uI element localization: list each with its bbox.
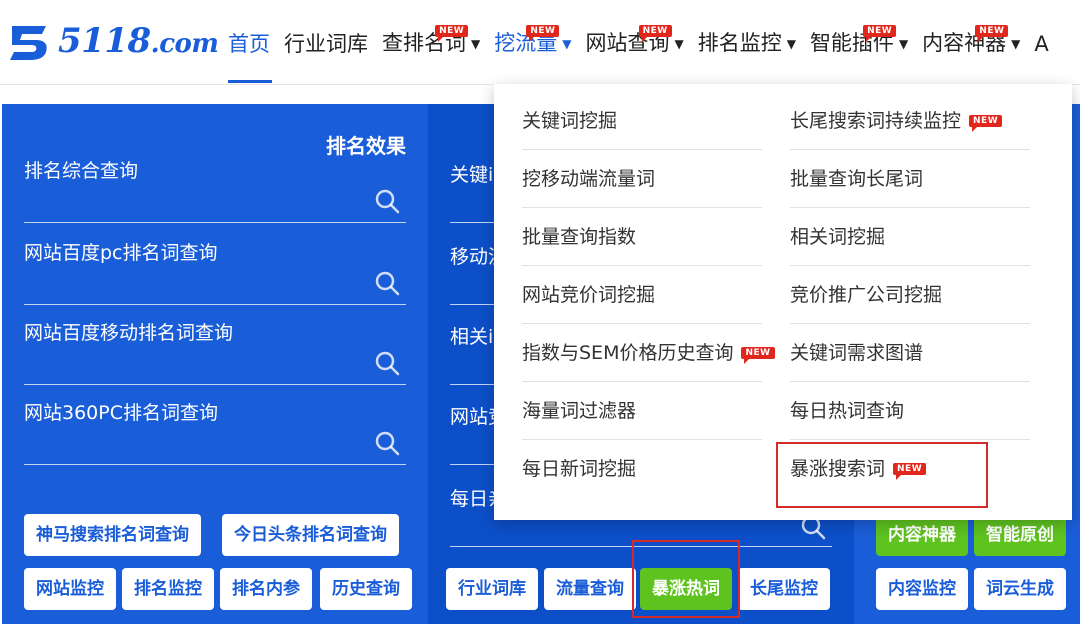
search-icon[interactable] xyxy=(374,430,400,456)
menu-item-label: 竞价推广公司挖掘 xyxy=(790,284,943,306)
query-label: 网站百度pc排名词查询 xyxy=(24,242,218,264)
menu-item-label: 关键词挖掘 xyxy=(522,110,618,132)
search-icon[interactable] xyxy=(374,188,400,214)
menu-item-label: 相关词挖掘 xyxy=(790,226,886,248)
content-tools-button[interactable]: 内容神器 xyxy=(876,514,968,556)
search-icon[interactable] xyxy=(374,350,400,376)
menu-item-label: 批量查询指数 xyxy=(522,226,637,248)
nav-rank-words[interactable]: NEW 查排名词 ▼ xyxy=(382,25,481,61)
logo-text: 5118 xyxy=(58,20,151,61)
query-row[interactable]: 网站360PC排名词查询 xyxy=(24,398,406,465)
dropdown-column: 长尾搜索词持续监控 NEW 批量查询长尾词 相关词挖掘 竞价推广公司挖掘 关键词需… xyxy=(790,92,1030,497)
nav-label: A xyxy=(1034,31,1049,56)
nav-rank-monitor[interactable]: 排名监控 ▼ xyxy=(698,26,796,61)
nav-dig-traffic[interactable]: NEW 挖流量 ▼ xyxy=(494,25,572,61)
new-badge: NEW xyxy=(435,25,469,42)
menu-item[interactable]: 每日热词查询 xyxy=(790,382,1030,440)
query-label: 关键i xyxy=(450,164,494,186)
logo[interactable]: 5118.com xyxy=(6,20,219,64)
new-badge: NEW xyxy=(526,25,560,42)
menu-item[interactable]: 长尾搜索词持续监控 NEW xyxy=(790,92,1030,150)
smart-rewrite-button[interactable]: 智能原创 xyxy=(974,514,1066,556)
menu-item-label: 每日新词挖掘 xyxy=(522,458,637,480)
query-label: 网站百度移动排名词查询 xyxy=(24,322,234,344)
nav-more[interactable]: A xyxy=(1034,27,1048,61)
nav-label: 首页 xyxy=(228,31,270,56)
nav-site-query[interactable]: NEW 网站查询 ▼ xyxy=(585,25,684,61)
menu-item-label: 海量词过滤器 xyxy=(522,400,637,422)
new-badge: NEW xyxy=(863,25,897,42)
menu-item-label: 批量查询长尾词 xyxy=(790,168,924,190)
caret-down-icon: ▼ xyxy=(471,37,481,51)
logo-mark-icon xyxy=(10,26,47,60)
query-row[interactable]: 网站百度pc排名词查询 xyxy=(24,238,406,305)
caret-down-icon: ▼ xyxy=(1011,37,1021,51)
search-icon[interactable] xyxy=(374,270,400,296)
menu-item-label: 网站竞价词挖掘 xyxy=(522,284,656,306)
menu-item-label: 挖移动端流量词 xyxy=(522,168,656,190)
new-badge: NEW xyxy=(969,115,1003,132)
query-row[interactable]: 网站百度移动排名词查询 xyxy=(24,318,406,385)
menu-item[interactable]: 挖移动端流量词 xyxy=(522,150,762,208)
menu-item[interactable]: 指数与SEM价格历史查询 NEW xyxy=(522,324,775,382)
menu-item[interactable]: 批量查询指数 xyxy=(522,208,762,266)
main-nav: 首页 行业词库 NEW 查排名词 ▼ NEW 挖流量 ▼ NEW 网站查询 ▼ 排名监控 ▼ … xyxy=(228,25,1063,61)
history-query-button[interactable]: 历史查询 xyxy=(320,568,412,610)
rank-insider-button[interactable]: 排名内参 xyxy=(220,568,312,610)
dropdown-column: 关键词挖掘 挖移动端流量词 批量查询指数 网站竞价词挖掘 指数与SEM价格历史查… xyxy=(522,92,775,497)
panel-title: 排名效果 xyxy=(326,134,406,158)
query-label: 排名综合查询 xyxy=(24,160,139,182)
word-cloud-button[interactable]: 词云生成 xyxy=(974,568,1066,610)
new-badge: NEW xyxy=(975,25,1009,42)
content-monitor-button[interactable]: 内容监控 xyxy=(876,568,968,610)
caret-down-icon: ▼ xyxy=(562,37,572,51)
industry-lexicon-button[interactable]: 行业词库 xyxy=(446,568,538,610)
menu-item[interactable]: 海量词过滤器 xyxy=(522,382,762,440)
menu-item-label: 关键词需求图谱 xyxy=(790,342,924,364)
dig-traffic-dropdown: 关键词挖掘 挖移动端流量词 批量查询指数 网站竞价词挖掘 指数与SEM价格历史查… xyxy=(494,84,1072,520)
nav-label: 行业词库 xyxy=(284,31,368,56)
caret-down-icon: ▼ xyxy=(786,37,796,51)
nav-label: 排名监控 xyxy=(697,31,782,55)
caret-down-icon: ▼ xyxy=(898,37,909,51)
query-label: 相关i xyxy=(450,326,494,348)
nav-smart-plugins[interactable]: NEW 智能插件 ▼ xyxy=(810,25,909,61)
query-label: 网站360PC排名词查询 xyxy=(24,402,218,424)
menu-item[interactable]: 网站竞价词挖掘 xyxy=(522,266,762,324)
highlight-box xyxy=(776,442,988,508)
menu-item[interactable]: 关键词需求图谱 xyxy=(790,324,1030,382)
new-badge: NEW xyxy=(638,25,672,42)
nav-industry-lexicon[interactable]: 行业词库 xyxy=(284,27,368,61)
longtail-monitor-button[interactable]: 长尾监控 xyxy=(738,568,830,610)
menu-item[interactable]: 批量查询长尾词 xyxy=(790,150,1030,208)
rank-monitor-button[interactable]: 排名监控 xyxy=(122,568,214,610)
active-indicator xyxy=(228,80,272,83)
new-badge: NEW xyxy=(741,347,775,364)
query-row[interactable]: 排名综合查询 xyxy=(24,156,406,223)
top-navbar: 5118.com 首页 行业词库 NEW 查排名词 ▼ NEW 挖流量 ▼ NEW 网站查… xyxy=(0,0,1080,85)
menu-item[interactable]: 关键词挖掘 xyxy=(522,92,762,150)
shenma-rank-button[interactable]: 神马搜索排名词查询 xyxy=(24,514,201,556)
menu-item[interactable]: 竞价推广公司挖掘 xyxy=(790,266,1030,324)
site-monitor-button[interactable]: 网站监控 xyxy=(24,568,116,610)
menu-item[interactable]: 相关词挖掘 xyxy=(790,208,1030,266)
menu-item-label: 指数与SEM价格历史查询 xyxy=(522,342,734,364)
caret-down-icon: ▼ xyxy=(674,37,684,51)
nav-home[interactable]: 首页 xyxy=(228,27,270,61)
menu-item[interactable]: 每日新词挖掘 xyxy=(522,440,762,497)
nav-content-tools[interactable]: NEW 内容神器 ▼ xyxy=(922,25,1021,61)
rank-effect-panel: 排名效果 排名综合查询 网站百度pc排名词查询 网站百度移动排名词查询 网站36… xyxy=(2,104,428,624)
highlight-box xyxy=(632,540,740,618)
traffic-query-button[interactable]: 流量查询 xyxy=(544,568,636,610)
menu-item-label: 长尾搜索词持续监控 xyxy=(790,110,962,132)
toutiao-rank-button[interactable]: 今日头条排名词查询 xyxy=(222,514,399,556)
logo-suffix: .com xyxy=(150,28,219,59)
menu-item-label: 每日热词查询 xyxy=(790,400,905,422)
